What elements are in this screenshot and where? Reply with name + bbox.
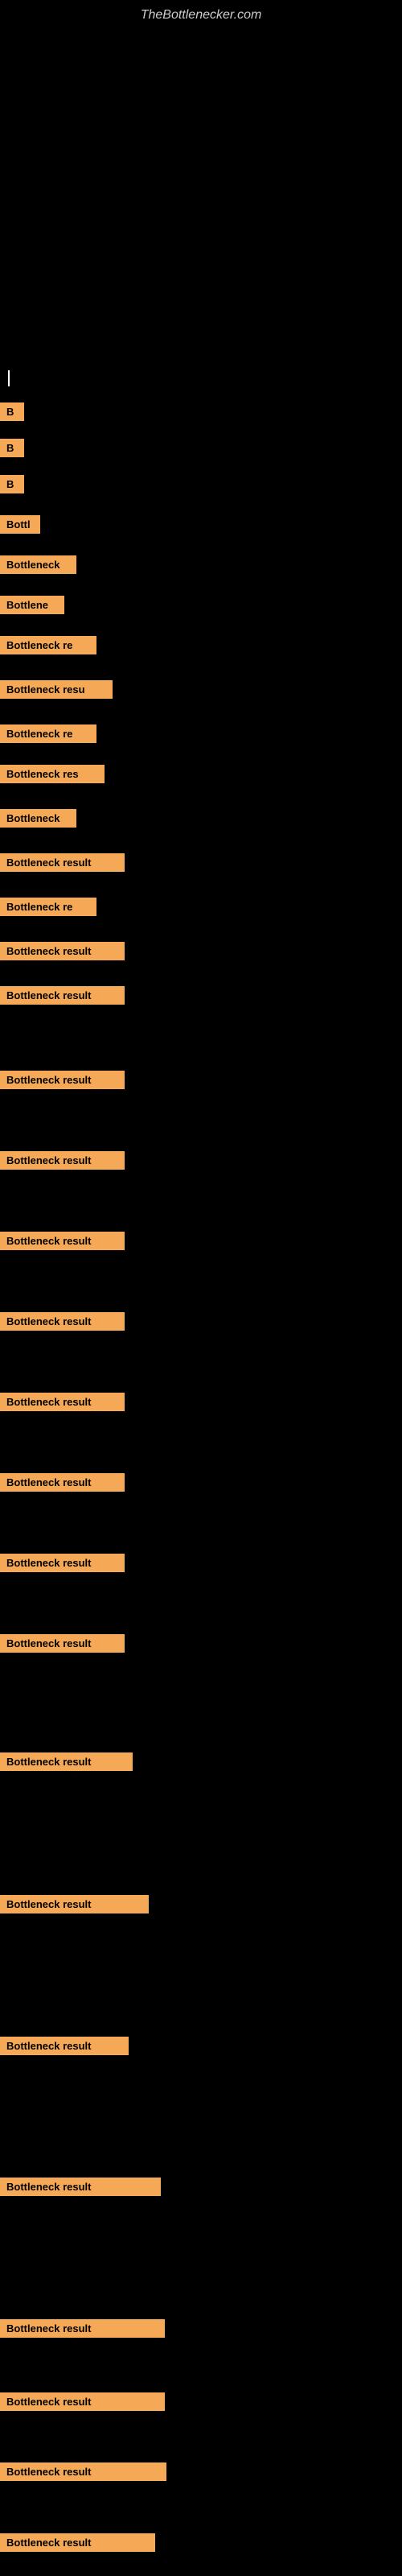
bottleneck-item-13: Bottleneck re — [0, 898, 96, 916]
bottleneck-item-24: Bottleneck result — [0, 1752, 133, 1771]
bottleneck-item-9: Bottleneck re — [0, 724, 96, 743]
bottleneck-item-6: Bottlene — [0, 596, 64, 614]
bottleneck-item-23: Bottleneck result — [0, 1634, 125, 1653]
bottleneck-item-7: Bottleneck re — [0, 636, 96, 654]
bottleneck-item-29: Bottleneck result — [0, 2392, 165, 2411]
cursor-line — [8, 370, 10, 386]
bottleneck-item-21: Bottleneck result — [0, 1473, 125, 1492]
bottleneck-item-17: Bottleneck result — [0, 1151, 125, 1170]
bottleneck-item-19: Bottleneck result — [0, 1312, 125, 1331]
bottleneck-item-1: B — [0, 402, 24, 421]
bottleneck-item-11: Bottleneck — [0, 809, 76, 828]
bottleneck-item-27: Bottleneck result — [0, 2178, 161, 2196]
bottleneck-item-15: Bottleneck result — [0, 986, 125, 1005]
bottleneck-item-22: Bottleneck result — [0, 1554, 125, 1572]
bottleneck-item-20: Bottleneck result — [0, 1393, 125, 1411]
bottleneck-item-18: Bottleneck result — [0, 1232, 125, 1250]
bottleneck-item-26: Bottleneck result — [0, 2037, 129, 2055]
bottleneck-item-5: Bottleneck — [0, 555, 76, 574]
bottleneck-item-2: B — [0, 439, 24, 457]
bottleneck-item-16: Bottleneck result — [0, 1071, 125, 1089]
bottleneck-item-30: Bottleneck result — [0, 2462, 166, 2481]
bottleneck-item-31: Bottleneck result — [0, 2533, 155, 2552]
site-title: TheBottlenecker.com — [0, 0, 402, 27]
bottleneck-item-28: Bottleneck result — [0, 2319, 165, 2338]
bottleneck-item-14: Bottleneck result — [0, 942, 125, 960]
bottleneck-item-25: Bottleneck result — [0, 1895, 149, 1913]
bottleneck-item-12: Bottleneck result — [0, 853, 125, 872]
bottleneck-item-10: Bottleneck res — [0, 765, 105, 783]
header-area: TheBottlenecker.com — [0, 0, 402, 370]
bottleneck-item-8: Bottleneck resu — [0, 680, 113, 699]
bottleneck-item-4: Bottl — [0, 515, 40, 534]
bottleneck-item-3: B — [0, 475, 24, 493]
